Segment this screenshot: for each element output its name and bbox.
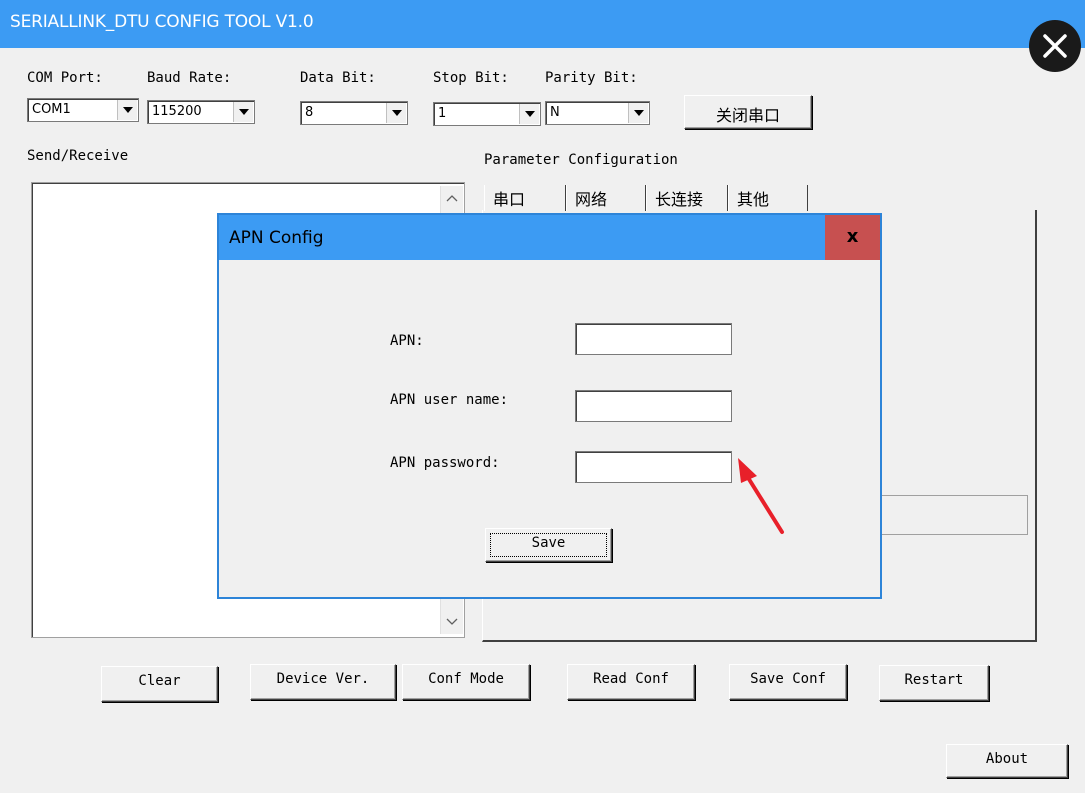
stop-bit-value: 1 xyxy=(438,106,447,121)
parity-bit-value: N xyxy=(550,105,560,120)
close-port-button[interactable]: 关闭串口 xyxy=(684,95,812,129)
save-button-label: Save xyxy=(531,535,566,551)
about-button[interactable]: About xyxy=(946,744,1068,778)
apn-input[interactable] xyxy=(575,323,732,355)
stop-bit-select[interactable]: 1 xyxy=(433,102,541,126)
baud-rate-label: Baud Rate: xyxy=(147,70,232,86)
baud-rate-select[interactable]: 115200 xyxy=(147,100,255,124)
tab-long-connection-label: 长连接 xyxy=(655,190,704,209)
save-conf-button-label: Save Conf xyxy=(750,671,826,687)
apn-password-label: APN password: xyxy=(390,455,500,471)
config-field-box xyxy=(878,495,1028,535)
chevron-down-icon xyxy=(123,107,133,113)
tab-other-label: 其他 xyxy=(737,190,770,209)
tab-network-label: 网络 xyxy=(575,190,608,209)
parity-bit-dropdown-button[interactable] xyxy=(628,103,648,123)
chevron-down-icon xyxy=(634,110,644,116)
window-title: SERIALLINK_DTU CONFIG TOOL V1.0 xyxy=(10,12,314,32)
red-arrow-icon xyxy=(738,458,784,534)
scroll-down-icon[interactable] xyxy=(446,618,458,626)
clear-button-label: Clear xyxy=(138,673,181,689)
data-bit-select[interactable]: 8 xyxy=(300,101,408,125)
data-bit-label: Data Bit: xyxy=(300,70,376,86)
dialog-title-bar: APN Config x xyxy=(219,215,880,260)
tab-long-connection[interactable]: 长连接 xyxy=(646,185,728,211)
parity-bit-label: Parity Bit: xyxy=(545,70,638,86)
parity-bit-select[interactable]: N xyxy=(545,101,650,125)
save-button[interactable]: Save xyxy=(485,528,612,562)
com-port-select[interactable]: COM1 xyxy=(27,98,139,122)
device-ver-button-label: Device Ver. xyxy=(276,671,370,687)
read-conf-button[interactable]: Read Conf xyxy=(567,664,695,700)
parameter-config-label: Parameter Configuration xyxy=(484,152,678,168)
title-bar: SERIALLINK_DTU CONFIG TOOL V1.0 xyxy=(0,0,1085,48)
conf-mode-button[interactable]: Conf Mode xyxy=(402,664,530,700)
close-window-button[interactable] xyxy=(1029,20,1081,72)
apn-user-name-label: APN user name: xyxy=(390,392,509,408)
about-button-label: About xyxy=(985,751,1029,767)
baud-rate-dropdown-button[interactable] xyxy=(233,102,253,122)
close-icon xyxy=(1043,34,1067,58)
restart-button[interactable]: Restart xyxy=(879,665,989,701)
com-port-label: COM Port: xyxy=(27,70,103,86)
data-bit-value: 8 xyxy=(305,105,314,120)
apn-password-input[interactable] xyxy=(575,451,732,483)
conf-mode-button-label: Conf Mode xyxy=(428,671,504,687)
tab-serial[interactable]: 串口 xyxy=(484,185,566,211)
tab-network[interactable]: 网络 xyxy=(566,185,646,211)
clear-button[interactable]: Clear xyxy=(101,666,218,702)
baud-rate-value: 115200 xyxy=(152,104,202,119)
send-receive-label: Send/Receive xyxy=(27,148,129,164)
tab-other[interactable]: 其他 xyxy=(728,185,808,211)
dialog-close-button[interactable]: x xyxy=(825,215,880,260)
scroll-up-icon[interactable] xyxy=(446,194,458,202)
chevron-down-icon xyxy=(392,110,402,116)
dialog-title: APN Config xyxy=(229,228,324,248)
restart-button-label: Restart xyxy=(904,672,964,688)
stop-bit-dropdown-button[interactable] xyxy=(519,104,539,124)
apn-config-dialog: APN Config x APN: APN user name: APN pas… xyxy=(217,213,882,599)
close-port-label: 关闭串口 xyxy=(715,106,780,125)
device-ver-button[interactable]: Device Ver. xyxy=(250,664,396,700)
apn-label: APN: xyxy=(390,333,424,349)
com-port-value: COM1 xyxy=(32,102,71,117)
data-bit-dropdown-button[interactable] xyxy=(386,103,406,123)
com-port-dropdown-button[interactable] xyxy=(117,100,137,120)
apn-user-name-input[interactable] xyxy=(575,390,732,422)
stop-bit-label: Stop Bit: xyxy=(433,70,509,86)
tab-serial-label: 串口 xyxy=(493,190,526,209)
save-conf-button[interactable]: Save Conf xyxy=(729,664,847,700)
read-conf-button-label: Read Conf xyxy=(593,671,669,687)
chevron-down-icon xyxy=(239,109,249,115)
chevron-down-icon xyxy=(525,111,535,117)
